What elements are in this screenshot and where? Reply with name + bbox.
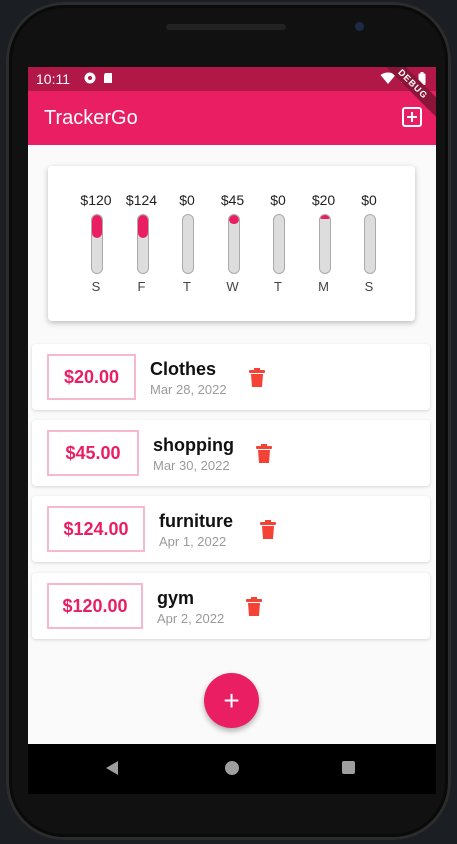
home-icon[interactable] [225,761,239,775]
transaction-card: $120.00 gym Apr 2, 2022 [32,573,430,639]
bar-fill [137,215,148,239]
add-transaction-button[interactable]: + [204,673,259,728]
bar-track [227,214,240,274]
bar-track [136,214,149,274]
bar-fill [319,215,330,219]
sd-card-icon [104,73,112,83]
transaction-date: Apr 2, 2022 [157,611,225,626]
bar-amount-label: $0 [270,192,286,208]
bar-amount-label: $0 [361,192,377,208]
delete-icon[interactable] [249,368,265,387]
transaction-card: $124.00 furniture Apr 1, 2022 [32,496,430,562]
transaction-date: Mar 30, 2022 [153,458,230,473]
bar-day-label: S [364,279,374,294]
transaction-title: Clothes [150,359,217,379]
transaction-title: furniture [159,511,233,531]
front-camera [355,22,364,31]
bar-day-label: M [318,279,329,294]
bar-amount-label: $124 [125,192,158,208]
bar-day-label: W [226,279,239,294]
bar-fill [228,215,239,224]
bar-amount-label: $0 [179,192,195,208]
bar-track [91,214,103,274]
status-bar: 10:11 [28,67,436,91]
bar-amount-label: $45 [220,192,245,208]
transaction-title: gym [157,588,195,608]
weekly-spending-chart: $120 S $124 F $0 T $45 W $0 T $20 M $0 S [48,166,415,321]
delete-icon[interactable] [260,520,276,539]
bar-track [364,214,376,274]
bar-track [273,214,285,274]
status-time: 10:11 [36,71,70,87]
bar-day-label: F [137,279,146,294]
earpiece-speaker [166,24,286,30]
bar-amount-label: $120 [80,192,112,208]
bar-amount-label: $20 [311,192,336,208]
bar-day-label: S [91,279,101,294]
bar-track [182,214,194,274]
system-navigation-bar [28,744,436,794]
transaction-card: $45.00 shopping Mar 30, 2022 [32,420,430,486]
app-title: TrackerGo [44,107,138,129]
bar-day-label: T [183,279,191,294]
delete-icon[interactable] [246,597,262,616]
play-protect-icon [84,72,96,84]
add-box-icon[interactable] [402,107,422,127]
bar-track [318,214,331,274]
transaction-amount: $124.00 [47,506,145,552]
bar-fill [92,215,102,238]
transaction-date: Mar 28, 2022 [150,382,227,397]
delete-icon[interactable] [256,444,272,463]
app-screen: 10:11 TrackerGo DEBUG $120 S $124 F $0 T $45 W $… [28,67,436,744]
transaction-amount: $45.00 [47,430,139,476]
transaction-amount: $20.00 [47,354,136,400]
transaction-date: Apr 1, 2022 [159,534,227,549]
back-icon[interactable] [104,760,120,776]
app-bar: TrackerGo [28,91,436,145]
transaction-card: $20.00 Clothes Mar 28, 2022 [32,344,430,410]
transaction-title: shopping [153,435,234,455]
bar-day-label: T [274,279,282,294]
recents-icon[interactable] [342,761,355,774]
transaction-amount: $120.00 [47,583,143,629]
